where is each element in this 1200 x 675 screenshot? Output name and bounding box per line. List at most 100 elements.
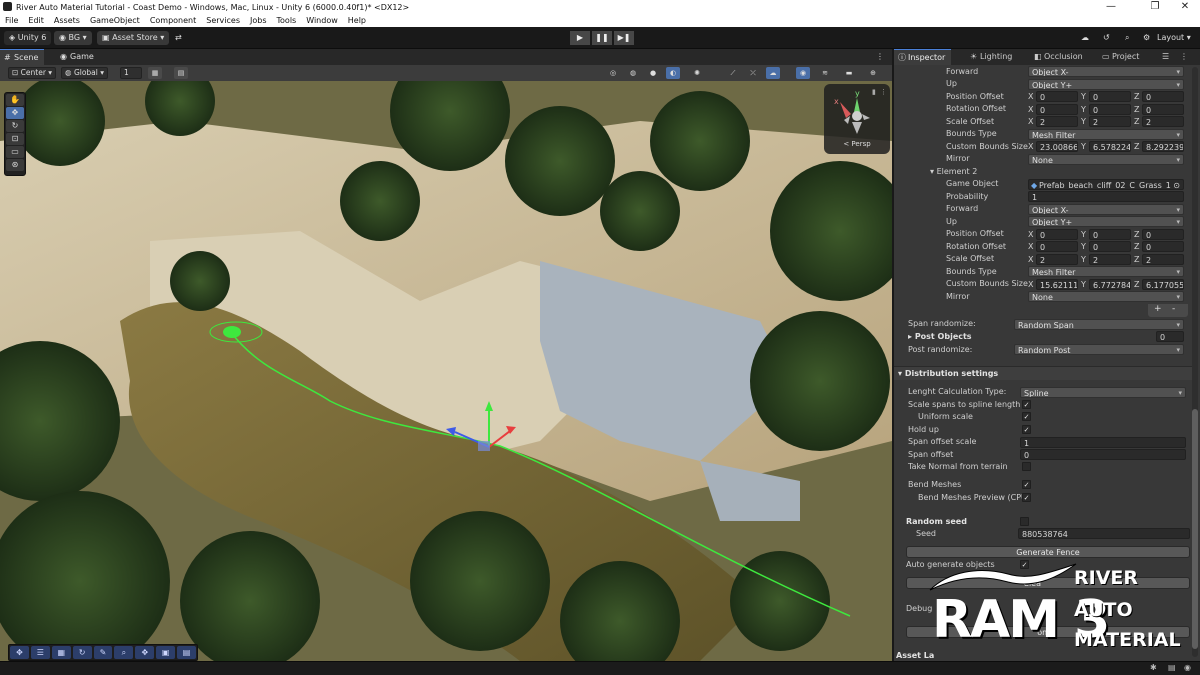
menu-gameobject[interactable]: GameObject	[85, 16, 145, 25]
scale-spans-checkbox[interactable]: ✓	[1022, 400, 1031, 409]
post-objects-foldout[interactable]: ▸ Post Objects	[908, 331, 972, 343]
e1-position-offset-x[interactable]: 0	[1036, 91, 1078, 102]
generate-fence-button[interactable]: Generate Fence	[906, 546, 1190, 558]
span-offset-scale-field[interactable]: 1	[1020, 437, 1186, 448]
rect-tool-icon[interactable]: ▭	[6, 146, 24, 158]
e1-bounds-type-dropdown[interactable]: Mesh Filter	[1028, 129, 1184, 140]
length-calc-dropdown[interactable]: Spline	[1020, 387, 1186, 398]
e2-forward-dropdown[interactable]: Object X-	[1028, 204, 1184, 215]
e2-position-offset-z[interactable]: 0	[1142, 229, 1184, 240]
scale-tool-icon[interactable]: ⊡	[6, 133, 24, 145]
shaded-wireframe-icon[interactable]: ◐	[666, 67, 680, 79]
spline-point-icon[interactable]: ✥	[135, 646, 155, 659]
e2-custom-bounds-y[interactable]: 6.772784	[1089, 279, 1131, 290]
e1-position-offset-z[interactable]: 0	[1142, 91, 1184, 102]
account-button[interactable]: ◈ Unity 6	[4, 31, 52, 45]
hand-tool-icon[interactable]: ✋	[6, 94, 24, 106]
rotate-tool-icon[interactable]: ↻	[6, 120, 24, 132]
e1-custom-bounds-z[interactable]: 8.292239	[1142, 141, 1184, 152]
menu-window[interactable]: Window	[301, 16, 343, 25]
orientation-gizmo[interactable]: y x < Persp ▮ ⋮	[824, 84, 890, 154]
e2-scale-offset-x[interactable]: 2	[1036, 254, 1078, 265]
maximize-button[interactable]: ❐	[1140, 0, 1170, 14]
e1-rotation-offset-z[interactable]: 0	[1142, 104, 1184, 115]
post-objects-count-field[interactable]: 0	[1156, 331, 1184, 342]
e2-rotation-offset-x[interactable]: 0	[1036, 241, 1078, 252]
menu-component[interactable]: Component	[145, 16, 201, 25]
e1-rotation-offset-y[interactable]: 0	[1089, 104, 1131, 115]
menu-jobs[interactable]: Jobs	[245, 16, 272, 25]
minimize-button[interactable]: —	[1096, 0, 1126, 14]
step-button[interactable]: ▶❚	[614, 31, 634, 45]
span-randomize-dropdown[interactable]: Random Span	[1014, 319, 1184, 330]
wireframe-icon[interactable]: ◍	[626, 67, 640, 79]
effects-toggle-icon[interactable]: ☁	[766, 67, 780, 79]
tab-scene[interactable]: # Scene	[0, 49, 45, 65]
scene-viewport[interactable]	[0, 81, 892, 661]
e2-up-dropdown[interactable]: Object Y+	[1028, 216, 1184, 227]
cloud-icon-button[interactable]: ☁	[1076, 31, 1094, 45]
bend-preview-checkbox[interactable]: ✓	[1022, 493, 1031, 502]
camera-settings-icon[interactable]: ▬	[842, 67, 856, 79]
take-normal-checkbox[interactable]	[1022, 462, 1031, 471]
e1-rotation-offset-x[interactable]: 0	[1036, 104, 1078, 115]
span-offset-field[interactable]: 0	[1020, 449, 1186, 460]
menu-tools[interactable]: Tools	[272, 16, 302, 25]
layout-dropdown[interactable]: Layout ▾	[1152, 31, 1196, 45]
menu-file[interactable]: File	[0, 16, 23, 25]
spline-start-point[interactable]	[223, 326, 241, 338]
e1-up-dropdown[interactable]: Object Y+	[1028, 79, 1184, 90]
e2-scale-offset-y[interactable]: 2	[1089, 254, 1131, 265]
e1-mirror-dropdown[interactable]: None	[1028, 154, 1184, 165]
random-seed-checkbox[interactable]	[1020, 517, 1029, 526]
e2-custom-bounds-x[interactable]: 15.62111	[1036, 279, 1078, 290]
post-randomize-dropdown[interactable]: Random Post	[1014, 344, 1184, 355]
distribution-settings-header[interactable]: ▾ Distribution settings	[894, 366, 1194, 380]
menu-help[interactable]: Help	[343, 16, 371, 25]
close-button[interactable]: ✕	[1170, 0, 1200, 14]
visibility-eye-icon[interactable]: ◉	[796, 67, 810, 79]
spline-move-icon[interactable]: ✥	[10, 646, 29, 659]
seed-field[interactable]: 880538764	[1018, 528, 1190, 539]
gizmo-menu-icon[interactable]: ⋮	[880, 88, 887, 96]
spline-image-icon[interactable]: ▤	[177, 646, 197, 659]
lighting-toggle-icon[interactable]: ✺	[690, 67, 704, 79]
spline-camera-icon[interactable]: ▣	[156, 646, 176, 659]
org-dropdown[interactable]: ◉ BG ▾	[54, 31, 92, 45]
spline-draw-icon[interactable]: ✎	[93, 646, 113, 659]
spline-grid-icon[interactable]: ▦	[51, 646, 71, 659]
pivot-mode-dropdown[interactable]: ⊡ Center ▾	[8, 67, 57, 79]
history-icon[interactable]: ↺	[1098, 31, 1115, 45]
e2-rotation-offset-z[interactable]: 0	[1142, 241, 1184, 252]
add-element-button[interactable]: +	[1154, 304, 1162, 314]
search-icon[interactable]: ⌕	[1120, 31, 1134, 45]
e2-bounds-type-dropdown[interactable]: Mesh Filter	[1028, 266, 1184, 277]
e1-custom-bounds-x[interactable]: 23.00866	[1036, 141, 1078, 152]
spline-search-icon[interactable]: ⌕	[114, 646, 134, 659]
e2-position-offset-x[interactable]: 0	[1036, 229, 1078, 240]
2d-toggle-icon[interactable]: ⟋	[726, 67, 740, 79]
menu-edit[interactable]: Edit	[23, 16, 49, 25]
audio-toggle-icon[interactable]: ⤫	[746, 67, 760, 79]
object-picker-icon[interactable]: ⊙	[1173, 180, 1180, 189]
asset-store-button[interactable]: ▣ Asset Store ▾	[97, 31, 170, 45]
perspective-label[interactable]: < Persp	[824, 140, 890, 148]
remove-element-button[interactable]: -	[1172, 304, 1175, 314]
e2-mirror-dropdown[interactable]: None	[1028, 291, 1184, 302]
status-progress-icon[interactable]: ▤	[1168, 663, 1176, 672]
play-button[interactable]: ▶	[570, 31, 590, 45]
shaded-icon[interactable]: ●	[646, 67, 660, 79]
spline-rotate-icon[interactable]: ↻	[72, 646, 92, 659]
gizmos-icon[interactable]: ⊕	[866, 67, 880, 79]
e2-position-offset-y[interactable]: 0	[1089, 229, 1131, 240]
draw-mode-icon[interactable]: ◎	[606, 67, 620, 79]
menu-assets[interactable]: Assets	[49, 16, 85, 25]
tab-more-icon[interactable]: ⋮	[872, 49, 888, 65]
spline-align-icon[interactable]: ☰	[30, 646, 50, 659]
move-tool-icon[interactable]: ✥	[6, 107, 24, 119]
tab-game[interactable]: ◉ Game	[56, 49, 100, 65]
grid-visibility-icon[interactable]: ▤	[174, 67, 188, 79]
element-2-foldout[interactable]: ▾ Element 2	[930, 166, 977, 178]
e1-forward-dropdown[interactable]: Object X-	[1028, 66, 1184, 77]
e2-rotation-offset-y[interactable]: 0	[1089, 241, 1131, 252]
